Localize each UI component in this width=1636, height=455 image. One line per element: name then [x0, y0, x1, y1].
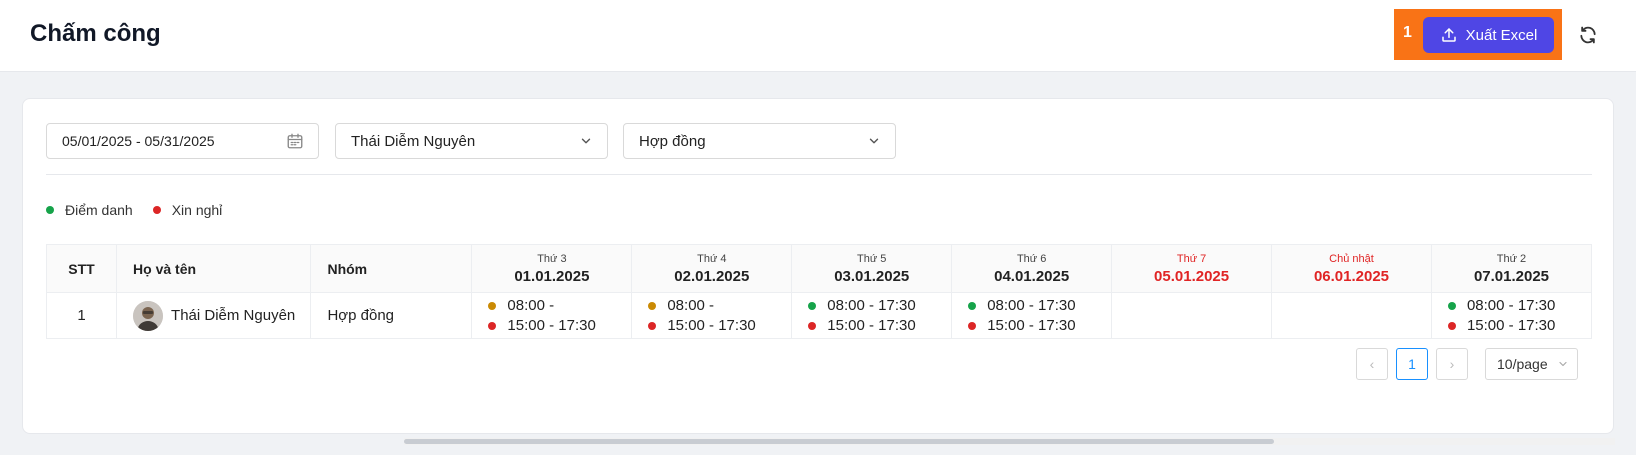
status-dot [808, 321, 817, 330]
cell-group: Hợp đồng [310, 292, 473, 339]
legend-label: Điểm danh [65, 202, 133, 218]
chevron-down-icon [1559, 361, 1567, 367]
day-entry: 08:00 - 17:30 [968, 296, 1111, 316]
status-dot [648, 301, 657, 310]
legend-dot-red [152, 206, 161, 214]
day-header-weekend: Thứ 7 05.01.2025 [1111, 244, 1273, 293]
day-cell: 08:00 - 15:00 - 17:30 [631, 292, 793, 339]
day-entry: 15:00 - 17:30 [1447, 316, 1591, 336]
day-header: Thứ 6 04.01.2025 [951, 244, 1113, 293]
status-dot [968, 321, 977, 330]
avatar [133, 300, 164, 331]
day-cell: 08:00 - 17:30 15:00 - 17:30 [1430, 292, 1592, 339]
status-dot [968, 301, 977, 310]
chevron-down-icon [869, 138, 879, 144]
status-dot [648, 321, 657, 330]
refresh-button[interactable] [1577, 24, 1599, 46]
column-header-stt: STT [46, 244, 118, 293]
date-range-picker[interactable]: 05/01/2025 - 05/31/2025 [46, 123, 319, 159]
day-cell: 08:00 - 15:00 - 17:30 [471, 292, 633, 339]
group-select-value: Hợp đồng [639, 132, 706, 150]
legend-item-checkin: Điểm danh [46, 202, 133, 218]
pagination-next-button[interactable]: › [1436, 348, 1468, 380]
cell-name: Thái Diễm Nguyên [116, 292, 312, 339]
upload-icon [1441, 28, 1456, 42]
status-legend: Điểm danh Xin nghỉ [46, 202, 222, 218]
day-entry: 08:00 - [488, 296, 631, 316]
status-dot [488, 321, 497, 330]
status-dot [808, 301, 817, 310]
day-header: Thứ 3 01.01.2025 [471, 244, 633, 293]
day-header: Thứ 4 02.01.2025 [631, 244, 793, 293]
column-header-group: Nhóm [310, 244, 473, 293]
status-dot [488, 301, 497, 310]
employee-select[interactable]: Thái Diễm Nguyên [335, 123, 608, 159]
day-entry: 15:00 - 17:30 [968, 316, 1111, 336]
table-header-row: STT Họ và tên Nhóm Thứ 3 01.01.2025 Thứ 4… [46, 244, 1592, 293]
day-cell: 08:00 - 17:30 15:00 - 17:30 [791, 292, 953, 339]
pagination-prev-button[interactable]: ‹ [1356, 348, 1388, 380]
content-card: 05/01/2025 - 05/31/2025 Thái Diễm Nguyên… [22, 98, 1615, 445]
day-entry: 15:00 - 17:30 [488, 316, 631, 336]
group-select[interactable]: Hợp đồng [623, 123, 896, 159]
day-entry: 08:00 - [648, 296, 791, 316]
column-header-name: Họ và tên [116, 244, 312, 293]
day-cell-empty [1111, 292, 1273, 339]
day-entry: 15:00 - 17:30 [808, 316, 951, 336]
legend-item-leave: Xin nghỉ [152, 202, 223, 218]
day-entry: 08:00 - 17:30 [1447, 296, 1591, 316]
top-bar: Chấm công 1 Xuất Excel [0, 0, 1636, 72]
day-cell: 08:00 - 17:30 15:00 - 17:30 [951, 292, 1113, 339]
cell-stt: 1 [46, 292, 118, 339]
table-row: 1 Thái Diễm Nguyên Hợp đồng 08:00 - 15:0… [46, 292, 1592, 339]
day-header: Thứ 2 07.01.2025 [1430, 244, 1592, 293]
day-cell-empty [1271, 292, 1432, 339]
pagination-page-1[interactable]: 1 [1396, 348, 1428, 380]
page-title: Chấm công [30, 20, 161, 47]
status-dot [1447, 301, 1456, 310]
attendance-table: STT Họ và tên Nhóm Thứ 3 01.01.2025 Thứ 4… [46, 244, 1592, 339]
legend-dot-green [46, 206, 54, 214]
day-entry: 15:00 - 17:30 [648, 316, 791, 336]
refresh-icon [1580, 26, 1596, 44]
day-entry: 08:00 - 17:30 [808, 296, 951, 316]
calendar-icon [287, 133, 303, 149]
date-range-value: 05/01/2025 - 05/31/2025 [62, 133, 215, 149]
attendance-table-container: STT Họ và tên Nhóm Thứ 3 01.01.2025 Thứ 4… [46, 244, 1592, 346]
day-header-weekend: Chủ nhật 06.01.2025 [1271, 244, 1432, 293]
annotation-number: 1 [1403, 24, 1412, 41]
legend-label: Xin nghỉ [171, 202, 223, 218]
filter-divider [46, 174, 1592, 175]
employee-name: Thái Diễm Nguyên [171, 307, 296, 324]
status-dot [1447, 321, 1456, 330]
employee-select-value: Thái Diễm Nguyên [351, 132, 476, 150]
page-size-value: 10/page [1497, 356, 1548, 372]
export-label: Xuất Excel [1465, 26, 1538, 44]
export-excel-button[interactable]: Xuất Excel [1423, 17, 1554, 53]
chevron-down-icon [581, 138, 591, 144]
horizontal-scrollbar-thumb[interactable] [404, 439, 1274, 444]
day-header: Thứ 5 03.01.2025 [791, 244, 953, 293]
page-size-select[interactable]: 10/page [1485, 348, 1578, 380]
